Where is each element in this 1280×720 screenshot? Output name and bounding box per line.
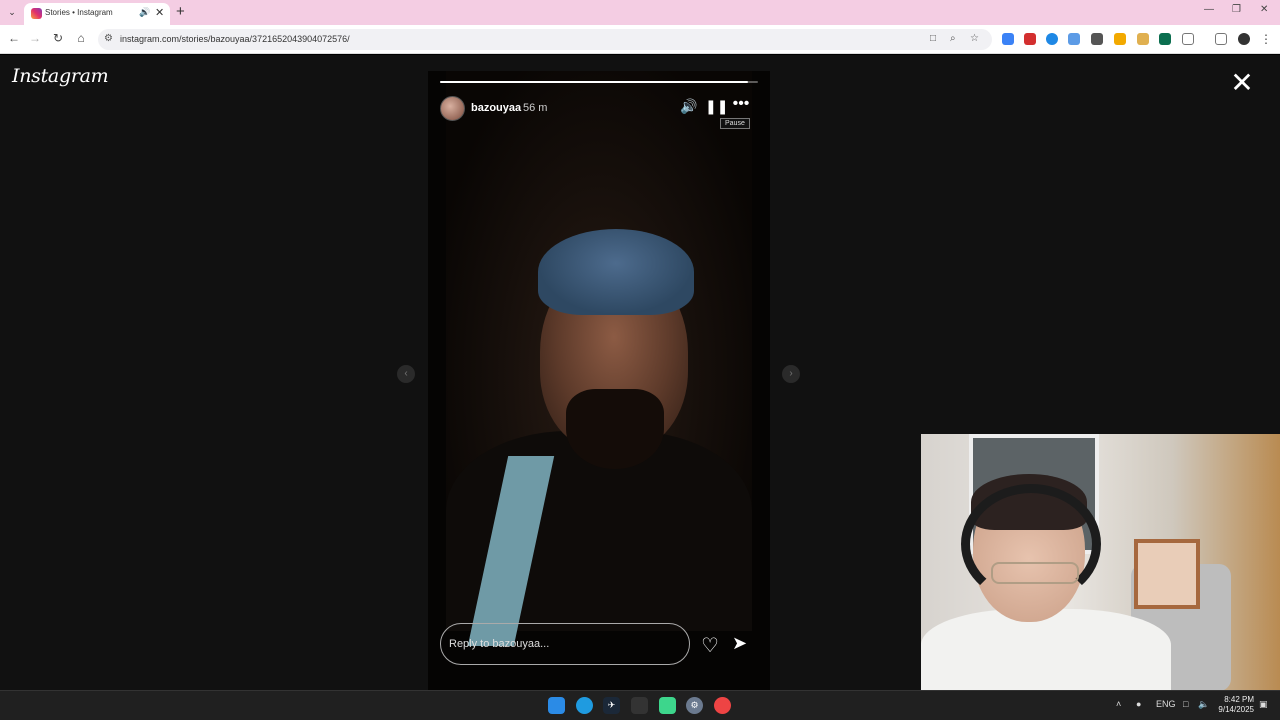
notifications-icon[interactable]: ▣ [1259,699,1268,710]
system-clock[interactable]: 8:42 PM 9/14/2025 [1204,695,1254,715]
zoom-icon[interactable]: ⌕ [950,33,956,44]
story-age: 56 m [523,102,548,114]
story-progress-bar [440,81,758,83]
story-viewer[interactable]: bazouyaa 56 m 🔊 ❚❚ ••• Pause Reply to ba… [428,71,770,692]
instagram-favicon-icon [31,8,42,19]
tab-close-icon[interactable]: ✕ [155,6,164,19]
video-person-cap [538,229,694,315]
video-person-beard [566,389,664,469]
webcam-glasses [991,562,1079,584]
browser-tab[interactable]: Stories • Instagram 🔊 ✕ [24,3,170,25]
screen: ⌄ Stories • Instagram 🔊 ✕ + — ❐ ✕ ← → ↻ … [0,0,1280,720]
close-icon[interactable]: ✕ [1228,69,1256,97]
url-text: instagram.com/stories/bazouyaa/372165204… [120,34,350,44]
extension-8-icon[interactable] [1159,33,1171,45]
clock-date: 9/14/2025 [1218,705,1254,714]
previous-story-icon[interactable]: ‹ [397,365,415,383]
epic-games-icon[interactable] [631,697,648,714]
minimize-icon[interactable]: — [1204,4,1214,15]
extension-5-icon[interactable] [1091,33,1103,45]
edge-icon[interactable] [576,697,593,714]
heart-icon[interactable]: ♡ [701,633,719,658]
settings-icon[interactable]: ⚙ [686,697,703,714]
address-bar[interactable]: ⚙ instagram.com/stories/bazouyaa/3721652… [98,29,992,50]
extension-6-icon[interactable] [1114,33,1126,45]
tab-strip: ⌄ Stories • Instagram 🔊 ✕ + — ❐ ✕ [0,0,1280,25]
bookmark-star-icon[interactable]: ☆ [970,33,979,44]
site-info-icon[interactable]: ⚙ [104,33,113,44]
volume-icon[interactable]: 🔊 [680,98,698,115]
language-indicator[interactable]: ENG [1156,699,1176,709]
chrome-icon[interactable] [714,697,731,714]
clock-time: 8:42 PM [1224,695,1254,704]
extension-1-icon[interactable] [1002,33,1014,45]
extension-7-icon[interactable] [1137,33,1149,45]
extension-4-icon[interactable] [1068,33,1080,45]
profile-avatar-icon[interactable] [1238,33,1250,45]
pause-tooltip: Pause [720,118,750,129]
taskbar: ✈ ⚙ ˄ ● ENG □ 🔈 8:42 PM 9/14/2025 ▣ [0,690,1280,720]
story-progress-fill [440,81,749,83]
send-icon[interactable]: ➤ [732,633,747,654]
browser-toolbar: ← → ↻ ⌂ ⚙ instagram.com/stories/bazouyaa… [0,25,1280,54]
new-tab-icon[interactable]: + [176,3,185,20]
story-video[interactable] [446,71,752,646]
reply-input[interactable]: Reply to bazouyaa... [440,623,690,665]
network-icon[interactable]: □ [1183,699,1188,709]
avatar[interactable] [440,96,465,121]
webcam-picture-frame [1134,539,1200,609]
tab-title: Stories • Instagram [45,8,113,17]
windows-start-icon[interactable] [548,697,565,714]
more-icon[interactable]: ••• [732,95,750,113]
home-icon[interactable]: ⌂ [73,31,89,45]
story-username[interactable]: bazouyaa [471,102,521,114]
back-icon[interactable]: ← [6,31,22,45]
extensions-puzzle-icon[interactable] [1182,33,1194,45]
pause-icon[interactable]: ❚❚ [705,98,728,115]
browser-menu-icon[interactable]: ⋮ [1260,33,1272,45]
reading-list-icon[interactable] [1215,33,1227,45]
webcam-overlay [921,434,1280,691]
window-close-icon[interactable]: ✕ [1260,4,1268,15]
install-icon[interactable]: □ [930,33,936,44]
tab-audio-icon[interactable]: 🔊 [139,7,150,18]
extension-3-icon[interactable] [1046,33,1058,45]
forward-icon[interactable]: → [27,31,43,45]
webcam-person-body [921,609,1171,691]
tab-search-chevron-icon[interactable]: ⌄ [4,4,20,20]
reload-icon[interactable]: ↻ [50,31,66,45]
app-icon[interactable] [659,697,676,714]
steam-icon[interactable]: ✈ [603,697,620,714]
microphone-icon[interactable]: ● [1136,699,1141,709]
next-story-icon[interactable]: › [782,365,800,383]
webcam-headset [961,484,1101,604]
restore-icon[interactable]: ❐ [1232,4,1241,15]
extension-2-icon[interactable] [1024,33,1036,45]
tray-chevron-icon[interactable]: ˄ [1116,699,1121,709]
instagram-logo[interactable]: Instagram [12,65,109,87]
reply-placeholder: Reply to bazouyaa... [449,638,550,650]
